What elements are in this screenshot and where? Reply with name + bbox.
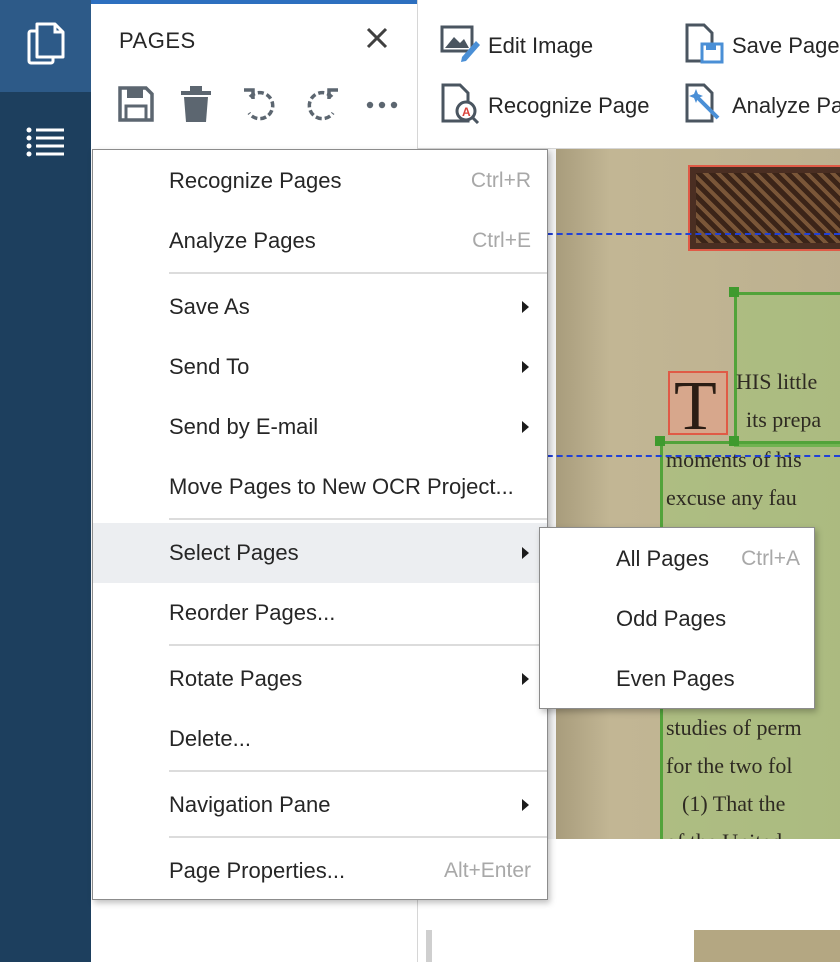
menu-item-reorder-pages[interactable]: Reorder Pages... (93, 583, 547, 643)
menu-item-label: Delete... (169, 726, 251, 751)
menu-item-send-to[interactable]: Send To (93, 337, 547, 397)
analyze-page-button[interactable]: Analyze Pa (684, 82, 840, 130)
menu-item-navigation-pane[interactable]: Navigation Pane (93, 775, 547, 835)
pages-view-button[interactable] (0, 0, 91, 92)
more-icon (365, 97, 399, 115)
save-icon (117, 85, 155, 128)
submenu-item-label: All Pages (616, 546, 709, 571)
text-line: excuse any fau (666, 485, 797, 510)
submenu-arrow-icon (522, 361, 529, 373)
text-line: moments of his (666, 447, 802, 472)
next-page-image[interactable] (694, 930, 840, 962)
submenu-arrow-icon (522, 301, 529, 313)
text-line: its prepa (746, 407, 822, 432)
panel-toolbar (117, 84, 427, 128)
edit-image-icon (440, 23, 488, 69)
menu-item-label: Reorder Pages... (169, 600, 336, 625)
drop-cap-region[interactable]: T (668, 368, 728, 445)
menu-item-label: Send by E-mail (169, 414, 319, 439)
submenu-arrow-icon (522, 421, 529, 433)
menu-item-label: Analyze Pages (169, 228, 316, 253)
menu-item-delete[interactable]: Delete... (93, 709, 547, 769)
edit-image-label: Edit Image (488, 33, 594, 58)
menu-item-shortcut: Alt+Enter (444, 859, 531, 882)
menu-separator (169, 836, 547, 838)
close-panel-button[interactable] (363, 26, 391, 54)
svg-text:A: A (462, 105, 471, 119)
submenu-item-shortcut: Ctrl+A (741, 547, 800, 570)
menu-item-shortcut: Ctrl+R (470, 169, 531, 192)
panel-accent-line (91, 0, 417, 4)
menu-item-label: Save As (169, 294, 250, 319)
text-line: for the two fol (666, 753, 793, 778)
page-image[interactable]: T HIS little its prepa moments of his ex… (556, 149, 840, 839)
menu-separator (169, 518, 547, 520)
redo-button[interactable] (303, 84, 365, 128)
menu-item-move-pages[interactable]: Move Pages to New OCR Project... (93, 457, 547, 517)
menu-separator (169, 272, 547, 274)
region-handle[interactable] (729, 436, 739, 446)
save-page-label: Save Page (732, 33, 840, 58)
menu-item-save-as[interactable]: Save As (93, 277, 547, 337)
pages-context-menu: Recognize Pages Ctrl+R Analyze Pages Ctr… (92, 149, 548, 900)
menu-item-shortcut: Ctrl+E (472, 229, 531, 252)
menu-item-label: Rotate Pages (169, 666, 303, 691)
text-line: (1) That the (682, 791, 786, 816)
submenu-arrow-icon (522, 673, 529, 685)
next-page-area (426, 930, 702, 962)
menu-item-page-properties[interactable]: Page Properties... Alt+Enter (93, 841, 547, 901)
recognize-page-icon: A (440, 82, 488, 130)
drop-cap: T (674, 368, 717, 445)
menu-item-label: Select Pages (169, 540, 299, 565)
main-toolbar: Edit Image Save Page A Recognize Page An… (418, 0, 840, 149)
undo-icon (241, 85, 279, 128)
recognize-page-label: Recognize Page (488, 93, 650, 118)
list-view-button[interactable] (0, 96, 91, 192)
menu-item-label: Navigation Pane (169, 792, 331, 817)
text-line: HIS little (736, 369, 818, 394)
save-page-button[interactable]: Save Page (684, 22, 840, 70)
submenu-arrow-icon (522, 799, 529, 811)
edit-image-button[interactable]: Edit Image (440, 24, 593, 68)
region-handle[interactable] (729, 287, 739, 297)
submenu-item-all-pages[interactable]: All Pages Ctrl+A (540, 529, 814, 589)
menu-item-label: Move Pages to New OCR Project... (169, 474, 514, 499)
close-icon (366, 27, 388, 54)
menu-item-recognize-pages[interactable]: Recognize Pages Ctrl+R (93, 151, 547, 211)
menu-separator (169, 770, 547, 772)
submenu-arrow-icon (522, 547, 529, 559)
menu-item-select-pages[interactable]: Select Pages (93, 523, 547, 583)
analyze-page-label: Analyze Pa (732, 93, 840, 118)
submenu-item-even-pages[interactable]: Even Pages (540, 649, 814, 709)
list-icon (26, 126, 66, 163)
menu-item-rotate-pages[interactable]: Rotate Pages (93, 649, 547, 709)
redo-icon (303, 85, 341, 128)
menu-separator (169, 644, 547, 646)
delete-pages-button[interactable] (179, 84, 241, 128)
menu-item-label: Page Properties... (169, 858, 346, 883)
select-pages-submenu: All Pages Ctrl+A Odd Pages Even Pages (539, 527, 815, 709)
undo-button[interactable] (241, 84, 303, 128)
submenu-item-label: Even Pages (616, 666, 735, 691)
menu-item-label: Send To (169, 354, 250, 379)
text-line: studies of perm (666, 715, 802, 740)
text-line: of the United (666, 829, 782, 839)
save-pages-button[interactable] (117, 84, 179, 128)
left-rail (0, 0, 91, 962)
menu-item-send-by-email[interactable]: Send by E-mail (93, 397, 547, 457)
menu-item-analyze-pages[interactable]: Analyze Pages Ctrl+E (93, 211, 547, 271)
picture-region[interactable] (688, 165, 840, 251)
pages-icon (26, 21, 66, 72)
trash-icon (179, 85, 213, 128)
submenu-item-odd-pages[interactable]: Odd Pages (540, 589, 814, 649)
recognize-page-button[interactable]: A Recognize Page (440, 82, 650, 130)
submenu-item-label: Odd Pages (616, 606, 727, 631)
region-handle[interactable] (655, 436, 665, 446)
save-page-icon (684, 22, 732, 70)
menu-item-label: Recognize Pages (169, 168, 342, 193)
analyze-page-icon (684, 82, 732, 130)
pages-panel-title: PAGES (119, 28, 196, 53)
